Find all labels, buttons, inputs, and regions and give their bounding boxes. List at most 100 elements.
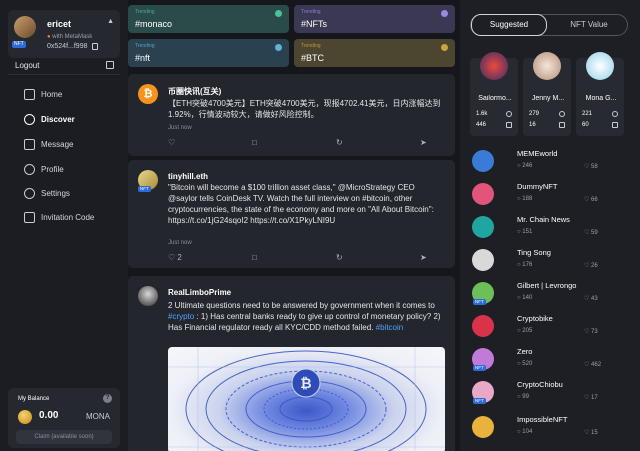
nav-label: Discover <box>41 114 75 124</box>
post-actions: ♡ □ ↻ ➤ <box>168 138 436 148</box>
logout-icon[interactable] <box>106 61 114 69</box>
avatar <box>472 216 494 238</box>
tab-nft-value[interactable]: NFT Value <box>551 15 627 35</box>
user-list-item[interactable]: NFT Zero ○ 520 ♡ 462 <box>472 346 630 372</box>
suggested-card[interactable]: Mona G... 221 60 <box>576 52 624 136</box>
nav-profile[interactable]: Profile <box>24 160 120 178</box>
comment-icon[interactable]: □ <box>252 138 257 147</box>
user-icon <box>612 111 618 117</box>
user-likes: ♡ 66 <box>584 197 598 203</box>
trending-tag-name: #nft <box>135 53 151 63</box>
post-author[interactable]: 币圈快讯(互关) <box>168 86 221 97</box>
post-text: "Bitcoin will become a $100 trillion ass… <box>168 183 434 225</box>
like-icon: ♡ <box>168 253 176 262</box>
user-likes: ♡ 15 <box>584 430 598 436</box>
user-name: DummyNFT <box>517 182 558 191</box>
user-followers: ○ 151 <box>517 229 533 235</box>
user-likes: ♡ 58 <box>584 164 598 170</box>
nav-home[interactable]: Home <box>24 85 120 103</box>
user-icon <box>24 163 35 175</box>
profile-card[interactable]: NFT ericet ▲ ● with MetaMask 0x524f...f9… <box>8 10 120 58</box>
post-card[interactable]: RealLimboPrime 2 Ultimate questions need… <box>128 276 455 451</box>
heart-icon <box>506 122 512 128</box>
post-author[interactable]: RealLimboPrime <box>168 288 231 297</box>
comment-icon[interactable]: □ <box>252 253 257 262</box>
user-name: Cryptobike <box>517 314 553 323</box>
balance-value: 0.00 <box>39 410 59 421</box>
user-list-item[interactable]: Cryptobike ○ 205 ♡ 73 <box>472 313 630 339</box>
avatar <box>14 16 36 38</box>
bitcoin-icon: ₿ <box>138 84 158 104</box>
compass-icon <box>24 113 35 125</box>
avatar <box>586 52 614 80</box>
home-icon <box>24 88 35 100</box>
user-likes: ♡ 17 <box>584 395 598 401</box>
username: ericet <box>47 19 72 29</box>
post-card[interactable]: NFT tinyhill.eth "Bitcoin will become a … <box>128 160 455 268</box>
trending-tag-name: #BTC <box>301 53 325 63</box>
trending-label: Trending <box>301 43 321 49</box>
like-button[interactable]: ♡ 2 <box>168 253 182 262</box>
trending-tag[interactable]: Trending #nft <box>128 39 289 67</box>
nav-discover[interactable]: Discover <box>24 110 120 128</box>
suggested-card[interactable]: Jenny M... 279 16 <box>523 52 571 136</box>
hashtag-link[interactable]: #crypto <box>168 312 194 321</box>
repost-icon[interactable]: ↻ <box>336 138 343 147</box>
card-followers: 1.6k <box>476 111 488 117</box>
trending-tag[interactable]: Trending #NFTs <box>294 5 455 33</box>
suggested-card[interactable]: Sailormo... 1.6k 446 <box>470 52 518 136</box>
nft-badge: NFT <box>473 299 486 305</box>
card-name: Sailormo... <box>478 95 512 102</box>
post-card[interactable]: ₿ 币圈快讯(互关) 【ETH突破4700美元】ETH突破4700美元，现报47… <box>128 74 455 156</box>
post-image[interactable]: ₿ <box>168 347 445 451</box>
metamask-icon: ● <box>47 34 51 40</box>
user-list-item[interactable]: Ting Song ○ 176 ♡ 26 <box>472 247 630 273</box>
hashtag-link[interactable]: #bitcoin <box>376 323 404 332</box>
like-icon[interactable]: ♡ <box>168 138 175 147</box>
user-icon <box>559 111 565 117</box>
ticket-icon <box>24 211 35 223</box>
nav-settings[interactable]: Settings <box>24 184 120 202</box>
post-author[interactable]: tinyhill.eth <box>168 172 208 181</box>
post-actions: ♡ 2 □ ↻ ➤ <box>168 253 436 263</box>
card-followers: 279 <box>529 111 540 117</box>
trending-tag[interactable]: Trending #monaco <box>128 5 289 33</box>
help-icon[interactable]: ? <box>103 394 112 403</box>
user-list-item[interactable]: MEMEworld ○ 246 ♡ 58 <box>472 148 630 174</box>
user-name: MEMEworld <box>517 149 558 158</box>
user-list-item[interactable]: ImpossibleNFT ○ 104 ♡ 15 <box>472 414 630 440</box>
claim-button[interactable]: Claim (available soon) <box>16 430 112 444</box>
card-likes: 16 <box>529 122 536 128</box>
tab-bar: Suggested NFT Value <box>470 14 628 36</box>
avatar <box>472 249 494 271</box>
nav-label: Profile <box>41 164 64 174</box>
user-name: ImpossibleNFT <box>517 415 568 424</box>
copy-icon[interactable] <box>92 43 98 50</box>
trending-tag[interactable]: Trending #BTC <box>294 39 455 67</box>
gear-icon <box>24 187 35 199</box>
nft-badge: NFT <box>12 41 26 48</box>
card-likes: 446 <box>476 122 487 128</box>
wallet-address: 0x524f...f998 <box>47 43 88 50</box>
wallet-provider-label: ● with MetaMask <box>47 34 93 40</box>
post-time: Just now <box>168 240 192 246</box>
nav-invitation-code[interactable]: Invitation Code <box>24 208 120 226</box>
coin-icon <box>18 410 32 424</box>
user-list-item[interactable]: DummyNFT ○ 188 ♡ 66 <box>472 181 630 207</box>
user-list-item[interactable]: NFT Gilbert | Levrongo ○ 140 ♡ 43 <box>472 280 630 306</box>
user-list-item[interactable]: Mr. Chain News ○ 151 ♡ 59 <box>472 214 630 240</box>
chevron-up-icon[interactable]: ▲ <box>107 18 114 25</box>
logout-link[interactable]: Logout <box>15 61 39 70</box>
user-list-item[interactable]: NFT CryptoChiobu ○ 99 ♡ 17 <box>472 379 630 405</box>
share-icon[interactable]: ➤ <box>420 253 427 262</box>
tab-suggested[interactable]: Suggested <box>471 14 547 36</box>
share-icon[interactable]: ➤ <box>420 138 427 147</box>
avatar <box>472 315 494 337</box>
repost-icon[interactable]: ↻ <box>336 253 343 262</box>
nft-badge: NFT <box>473 365 486 371</box>
nav-message[interactable]: Message <box>24 135 120 153</box>
svg-text:₿: ₿ <box>300 376 311 392</box>
avatar <box>138 286 158 306</box>
user-followers: ○ 176 <box>517 262 533 268</box>
balance-card: My Balance ? 0.00 MONA Claim (available … <box>8 388 120 448</box>
